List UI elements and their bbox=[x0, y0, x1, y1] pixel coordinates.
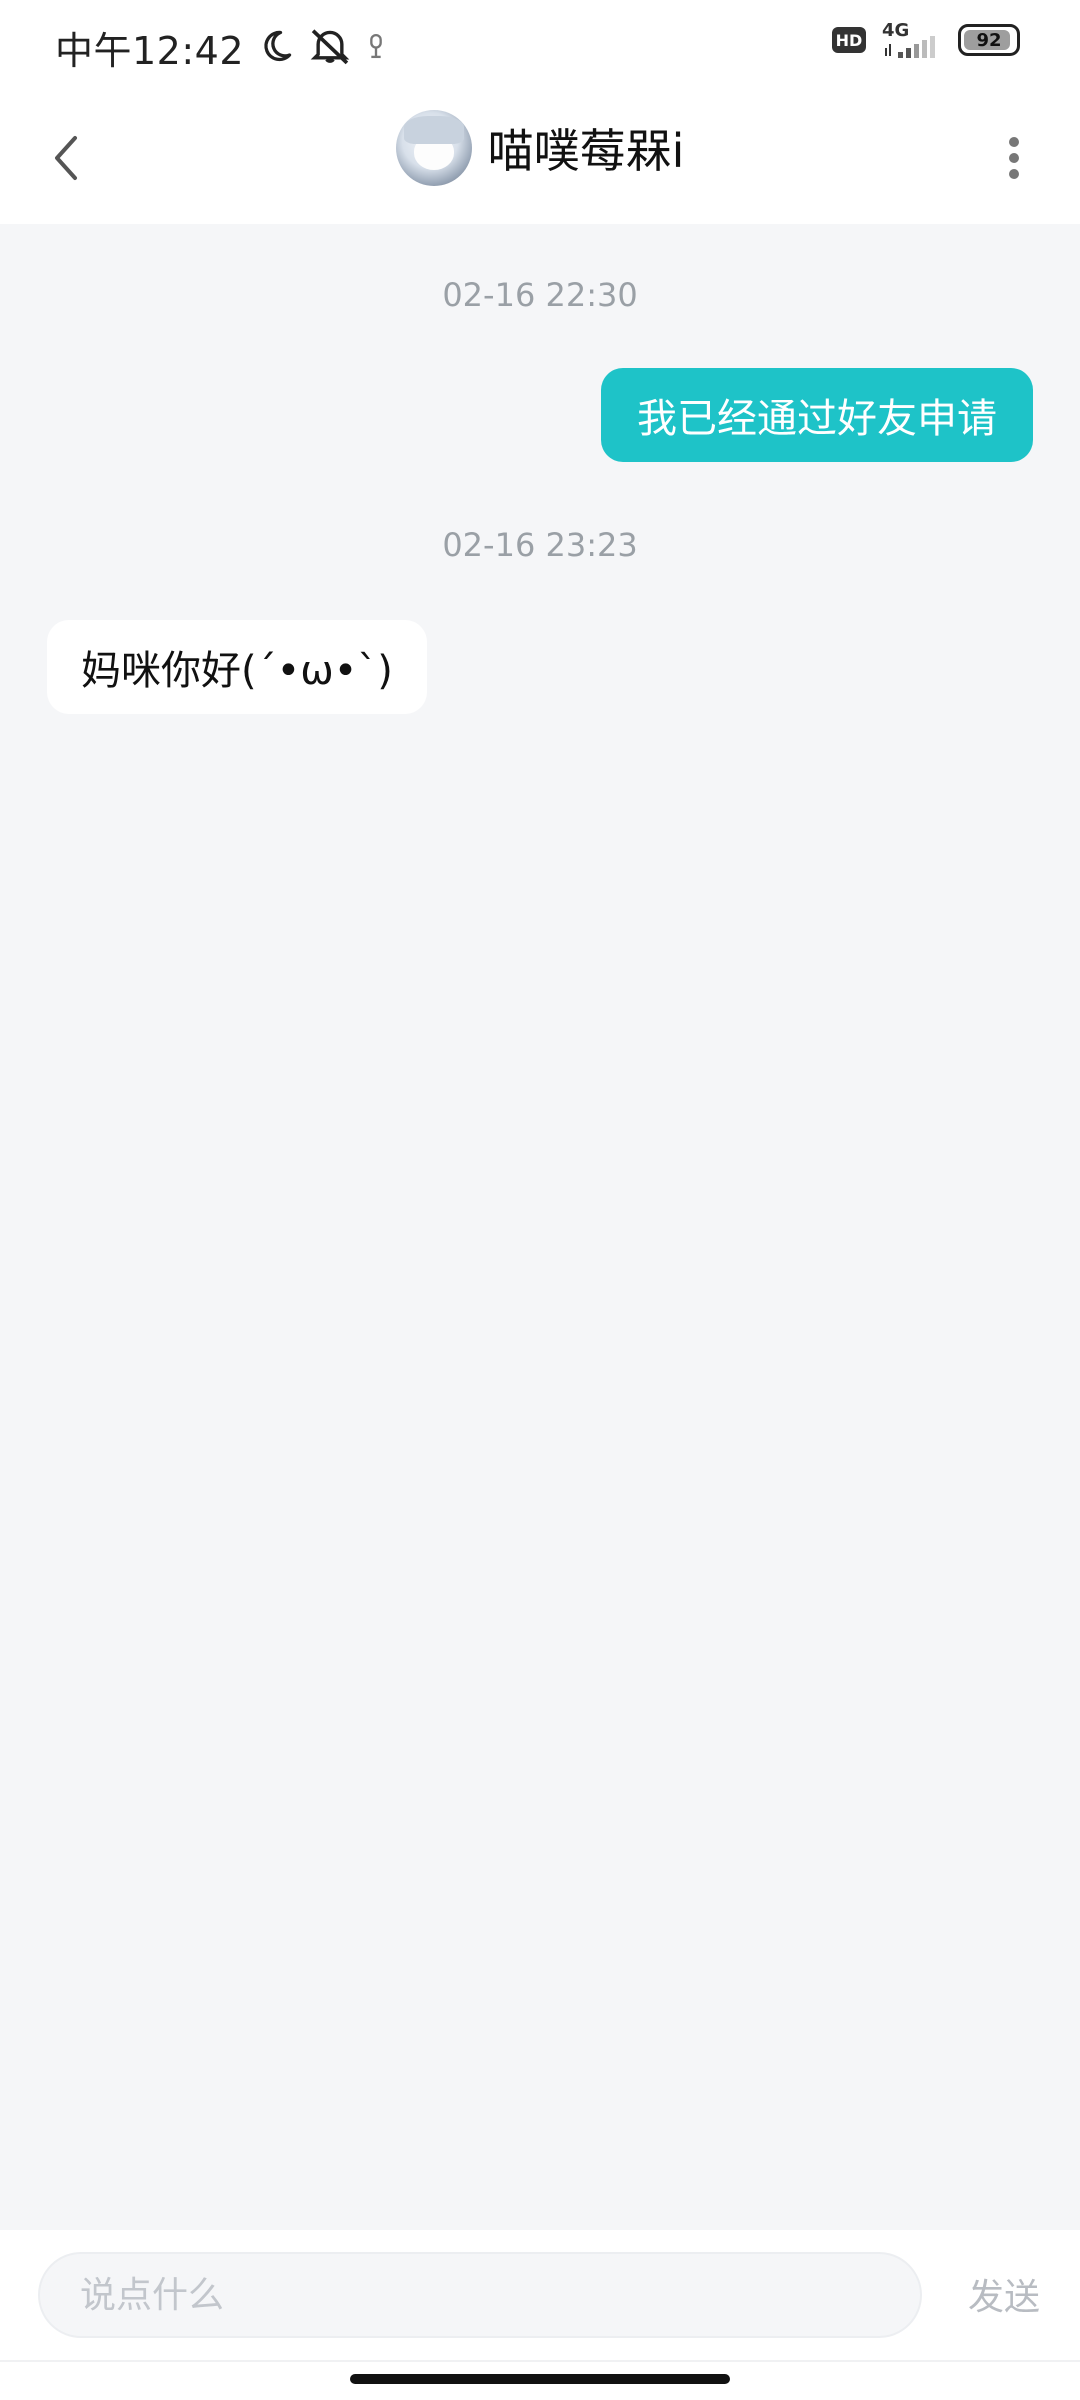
input-bar: 发送 bbox=[0, 2230, 1080, 2400]
alarm-icon bbox=[366, 32, 386, 64]
home-indicator[interactable] bbox=[350, 2374, 730, 2384]
divider bbox=[0, 2360, 1080, 2362]
status-left: 中午12:42 bbox=[55, 20, 386, 75]
hd-icon: HD bbox=[832, 27, 866, 53]
outgoing-message-bubble[interactable]: 我已经通过好友申请 bbox=[601, 368, 1033, 462]
battery-level: 92 bbox=[976, 29, 1002, 51]
chat-area[interactable]: 02-16 22:30 我已经通过好友申请 02-16 23:23 妈咪你好(´… bbox=[0, 224, 1080, 2230]
message-input[interactable] bbox=[38, 2252, 922, 2338]
more-vertical-icon bbox=[1009, 137, 1019, 179]
message-timestamp: 02-16 23:23 bbox=[442, 526, 638, 564]
avatar[interactable] bbox=[395, 110, 472, 186]
more-button[interactable] bbox=[984, 128, 1044, 188]
top-nav: 喵噗莓槑i bbox=[0, 92, 1080, 224]
status-right: HD 4G 92 bbox=[832, 20, 1020, 60]
signal-icon: 4G bbox=[882, 20, 942, 60]
chat-header: 喵噗莓槑i bbox=[0, 110, 1080, 186]
moon-icon bbox=[258, 28, 294, 68]
page-title: 喵噗莓槑i bbox=[487, 124, 685, 178]
incoming-message-bubble[interactable]: 妈咪你好(´•ω•`) bbox=[47, 620, 427, 714]
message-timestamp: 02-16 22:30 bbox=[442, 276, 638, 314]
send-button[interactable]: 发送 bbox=[968, 2268, 1040, 2320]
status-time: 中午12:42 bbox=[55, 29, 245, 73]
mute-icon bbox=[308, 27, 352, 69]
status-bar: 中午12:42 HD 4G 92 bbox=[0, 0, 1080, 92]
battery-icon: 92 bbox=[958, 24, 1020, 56]
